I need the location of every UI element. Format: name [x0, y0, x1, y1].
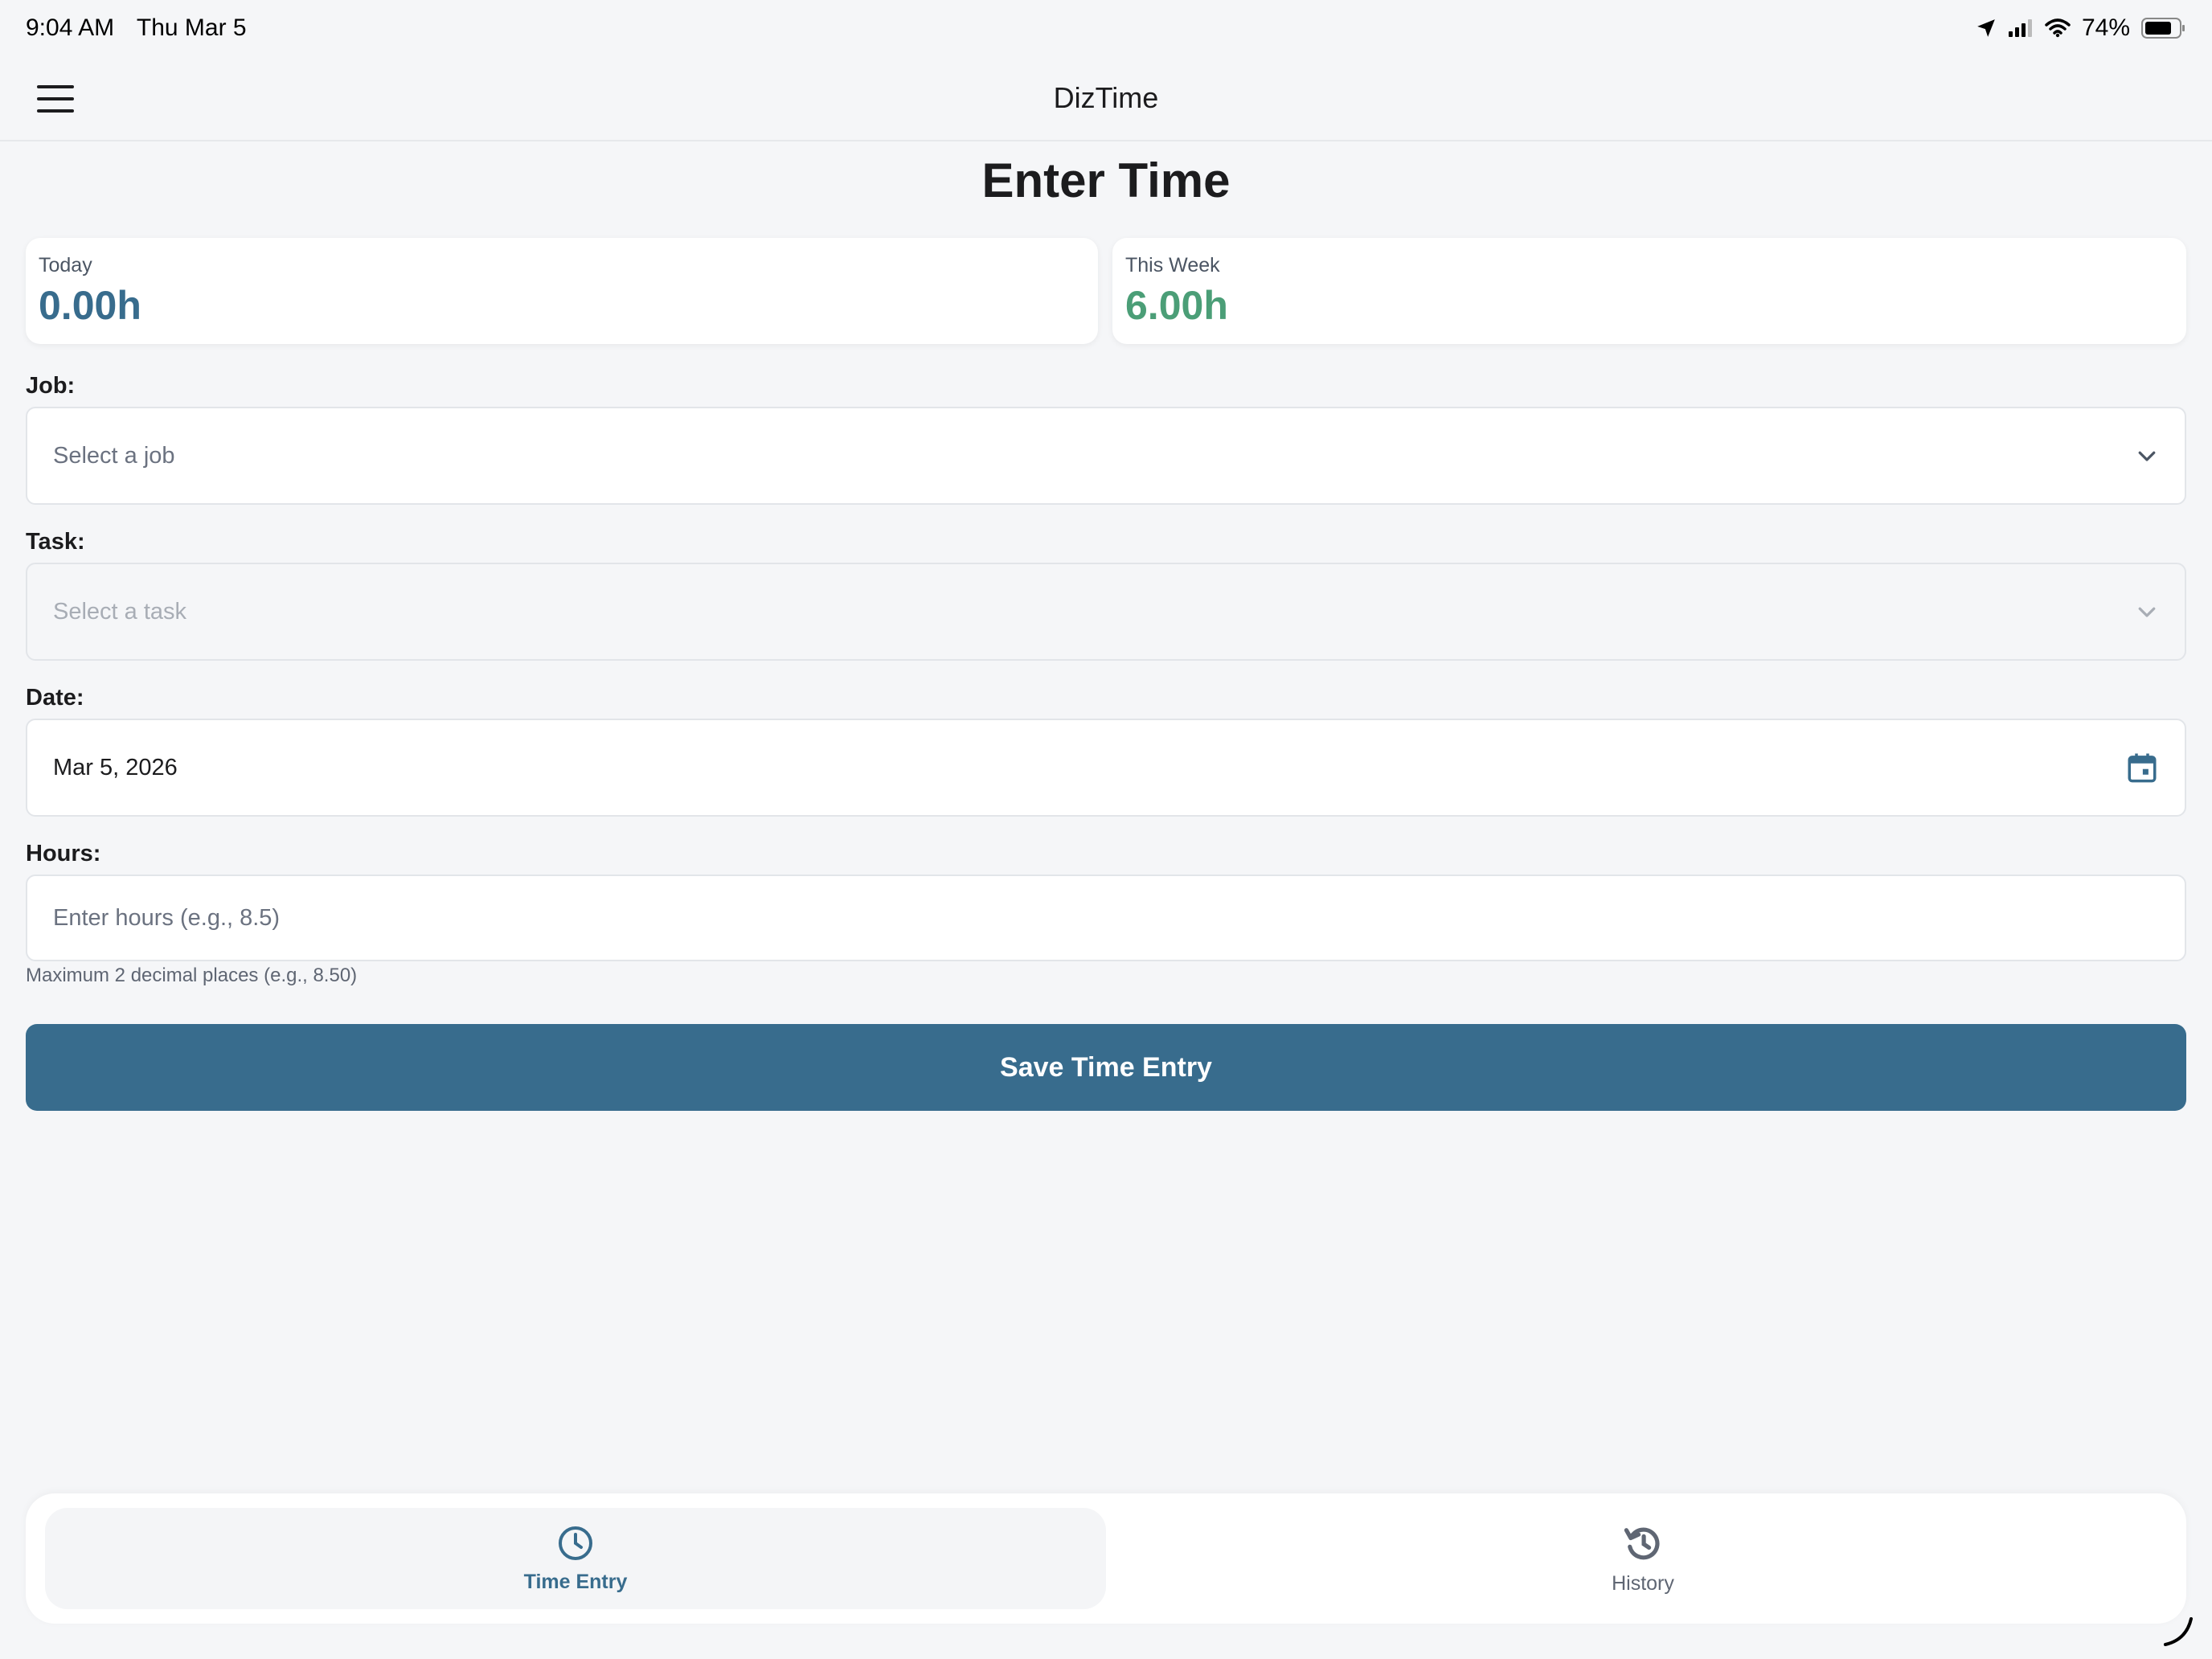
- history-icon: [1624, 1527, 1660, 1559]
- status-date: Thu Mar 5: [136, 14, 247, 41]
- hours-hint: Maximum 2 decimal places (e.g., 8.50): [26, 965, 358, 986]
- tab-history[interactable]: History: [1112, 1508, 2173, 1609]
- task-placeholder: Select a task: [53, 598, 187, 625]
- status-time: 9:04 AM: [26, 14, 115, 41]
- hours-placeholder: Enter hours (e.g., 8.5): [53, 904, 281, 931]
- job-label: Job:: [26, 373, 76, 399]
- hours-label: Hours:: [26, 841, 101, 866]
- today-label: Today: [39, 254, 92, 276]
- battery-icon: [2141, 18, 2185, 39]
- task-select[interactable]: Select a task: [26, 563, 2186, 661]
- week-label: This Week: [1125, 254, 1220, 276]
- clock-icon: [559, 1526, 592, 1560]
- tab-history-label: History: [1612, 1571, 1674, 1595]
- date-field[interactable]: Mar 5, 2026: [26, 719, 2186, 817]
- bottom-tab-bar: Time Entry History: [26, 1493, 2186, 1624]
- location-icon: [1977, 19, 1995, 37]
- week-value: 6.00h: [1125, 283, 1228, 328]
- app-header: DizTime: [0, 56, 2212, 141]
- date-value: Mar 5, 2026: [53, 754, 178, 780]
- chevron-down-icon: [2138, 607, 2156, 617]
- status-left: 9:04 AM Thu Mar 5: [26, 14, 263, 42]
- status-bar: 9:04 AM Thu Mar 5 74%: [0, 0, 2212, 56]
- wifi-icon: [2045, 18, 2071, 38]
- resize-handle-icon: [2164, 1617, 2193, 1646]
- task-label: Task:: [26, 529, 85, 555]
- status-right: 74%: [1976, 14, 2186, 42]
- week-card: This Week 6.00h: [1112, 238, 2186, 344]
- page-title: Enter Time: [981, 154, 1231, 207]
- job-select[interactable]: Select a job: [26, 407, 2186, 505]
- hours-input[interactable]: Enter hours (e.g., 8.5): [26, 875, 2186, 961]
- tab-time-entry[interactable]: Time Entry: [45, 1508, 1106, 1609]
- save-time-entry-button[interactable]: Save Time Entry: [26, 1024, 2186, 1111]
- today-card: Today 0.00h: [26, 238, 1098, 344]
- job-placeholder: Select a job: [53, 442, 175, 469]
- hamburger-menu-icon[interactable]: [37, 80, 74, 117]
- battery-percent: 74%: [2081, 14, 2130, 41]
- tab-time-entry-label: Time Entry: [523, 1570, 628, 1593]
- chevron-down-icon: [2138, 451, 2156, 461]
- calendar-icon[interactable]: [2125, 750, 2159, 785]
- cellular-signal-icon: [2008, 19, 2032, 37]
- app-title: DizTime: [1053, 81, 1159, 114]
- date-label: Date:: [26, 685, 84, 711]
- today-value: 0.00h: [39, 283, 141, 328]
